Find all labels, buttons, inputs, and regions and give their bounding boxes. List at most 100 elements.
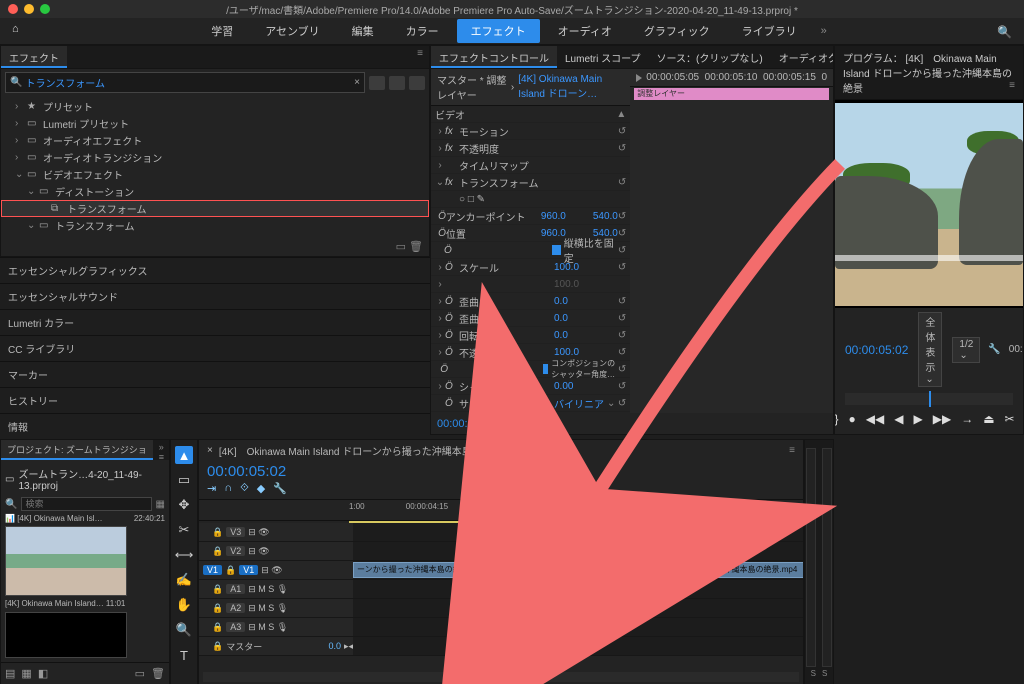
zoom-window-icon[interactable] xyxy=(40,4,50,14)
panel-menu-icon[interactable]: ≡ xyxy=(789,445,795,456)
asset-item[interactable]: 📊 [4K] Okinawa Main Isl…22:40:21 [4K] Ok… xyxy=(5,514,165,658)
hand-tool[interactable]: ✋ xyxy=(175,596,193,614)
effect-timeline[interactable]: 00:00:05:05 00:00:05:10 00:00:05:15 0 調整… xyxy=(630,69,833,413)
tab-project[interactable]: プロジェクト: ズームトランジショ xyxy=(1,440,153,460)
row-rotation[interactable]: ›Ö回転0.0↺ xyxy=(431,327,630,344)
home-icon[interactable]: ⌂ xyxy=(12,23,28,39)
ws-tab-effects[interactable]: エフェクト xyxy=(457,19,540,43)
row-transform[interactable]: ⌄fxトランスフォーム↺ xyxy=(431,174,630,191)
section-history[interactable]: ヒストリー xyxy=(0,387,430,413)
solo-left[interactable]: S xyxy=(811,669,816,678)
clip-video-a[interactable]: ーンから撮った沖縄本島の絶景.mp4 xyxy=(353,562,501,578)
search-icon[interactable]: 🔍 xyxy=(997,25,1012,39)
extract-icon[interactable]: ✂ xyxy=(1005,412,1015,427)
play-icon[interactable]: ▶ xyxy=(914,412,923,427)
solo-right[interactable]: S xyxy=(822,669,827,678)
tab-audio-mixer[interactable]: オーディオクリップミキサー： xyxy=(771,46,834,68)
clip-bar[interactable]: 調整レイヤー xyxy=(634,88,829,100)
track-select-tool[interactable]: ▭ xyxy=(175,471,193,489)
ws-tab-library[interactable]: ライブラリ xyxy=(728,19,811,43)
row-anchor[interactable]: Öアンカーポイント960.0540.0↺ xyxy=(431,208,630,225)
selection-tool[interactable]: ▲ xyxy=(175,446,193,464)
step-fwd-icon[interactable]: → xyxy=(961,412,973,427)
pen-tool[interactable]: ✍ xyxy=(175,571,193,589)
frame-fwd-icon[interactable]: ▶▶ xyxy=(933,412,951,427)
32bit-badge-icon[interactable] xyxy=(389,76,405,90)
settings-icon[interactable]: 🔧 xyxy=(273,482,287,495)
program-scrubber[interactable] xyxy=(845,393,1013,405)
row-skew[interactable]: ›Ö歪曲0.0↺ xyxy=(431,293,630,310)
new-item-icon[interactable]: ▭ xyxy=(135,667,145,680)
tree-presets[interactable]: ›★プリセット xyxy=(1,98,429,115)
project-file[interactable]: ▭ズームトラン…4-20_11-49-13.prproj xyxy=(5,464,165,494)
section-markers[interactable]: マーカー xyxy=(0,361,430,387)
clip-video-e[interactable]: fx [4K] Okinawa Main Island ドローンから撮った沖縄本… xyxy=(547,562,804,578)
marker-icon[interactable]: ◆ xyxy=(257,482,265,495)
snap-icon[interactable]: ⇥ xyxy=(207,482,216,495)
row-timeremap[interactable]: ›タイムリマップ xyxy=(431,157,630,174)
tab-lumetri-scopes[interactable]: Lumetri スコープ xyxy=(557,46,649,68)
current-clip-link[interactable]: [4K] Okinawa Main Island ドローン… xyxy=(518,74,624,100)
list-view-icon[interactable]: ▤ xyxy=(5,667,15,680)
ws-tab-edit[interactable]: 編集 xyxy=(338,19,388,43)
ws-tab-graphics[interactable]: グラフィック xyxy=(630,19,724,43)
row-motion[interactable]: ›fxモーション↺ xyxy=(431,123,630,140)
filter-icon[interactable]: ▦ xyxy=(156,499,165,510)
ripple-tool[interactable]: ✥ xyxy=(175,496,193,514)
row-masks[interactable]: ○ □ ✎ xyxy=(431,191,630,208)
razor-tool[interactable]: ✂ xyxy=(175,521,193,539)
section-lumetri-color[interactable]: Lumetri カラー xyxy=(0,309,430,335)
ws-tab-learn[interactable]: 学習 xyxy=(197,19,247,43)
ws-tab-color[interactable]: カラー xyxy=(392,19,453,43)
icon-view-icon[interactable]: ▦ xyxy=(21,667,31,680)
effects-search-input[interactable]: 🔍 トランスフォーム × xyxy=(5,72,365,93)
program-viewport[interactable] xyxy=(835,100,1023,308)
panel-menu-icon[interactable]: ≡ xyxy=(411,46,429,68)
freeform-icon[interactable]: ◧ xyxy=(38,667,48,680)
tab-effects[interactable]: エフェクト xyxy=(1,46,67,68)
tree-distortion[interactable]: ⌄▭ディストーション xyxy=(1,183,429,200)
timeline-sequence-name[interactable]: [4K] Okinawa Main Island ドローンから撮った沖縄本島の絶… xyxy=(219,443,502,458)
clip-adjustment-layer[interactable]: fx 調整レイヤー xyxy=(488,543,550,559)
type-tool[interactable]: T xyxy=(175,646,193,664)
magnet-icon[interactable]: ∩ xyxy=(224,482,232,495)
tab-source[interactable]: ソース：(クリップなし) xyxy=(649,46,771,68)
tree-video-effects[interactable]: ⌄▭ビデオエフェクト xyxy=(1,166,429,183)
fit-select[interactable]: 全体表示 ⌄ xyxy=(918,312,942,387)
new-bin-icon[interactable]: ▭ 🗑 xyxy=(1,237,429,256)
yuv-badge-icon[interactable] xyxy=(409,76,425,90)
zoom-tool[interactable]: 🔍 xyxy=(175,621,193,639)
program-timecode[interactable]: 00:00:05:02 xyxy=(845,343,908,357)
section-cc-libraries[interactable]: CC ライブラリ xyxy=(0,335,430,361)
tree-transform-folder[interactable]: ⌄▭トランスフォーム xyxy=(1,217,429,234)
resolution-select[interactable]: 1/2 ⌄ xyxy=(952,337,980,363)
row-uniform-scale[interactable]: Ö縦横比を固定↺ xyxy=(431,242,630,259)
tab-effect-controls[interactable]: エフェクトコントロール xyxy=(431,46,557,68)
timeline-ruler[interactable]: 1:00 00:00:04:15 00:00:05:00 00:00:05:15… xyxy=(199,499,803,521)
linked-icon[interactable]: ⟐ xyxy=(240,482,249,495)
out-icon[interactable]: } xyxy=(835,412,839,427)
accel-badge-icon[interactable] xyxy=(369,76,385,90)
project-search-input[interactable] xyxy=(21,497,151,511)
ws-tab-assembly[interactable]: アセンブリ xyxy=(251,19,333,43)
panel-menu-icon[interactable]: » ≡ xyxy=(153,440,170,460)
timeline-timecode[interactable]: 00:00:05:02 xyxy=(199,461,803,482)
trash-icon[interactable]: 🗑 xyxy=(151,667,165,680)
tree-audio-transitions[interactable]: ›▭オーディオトランジション xyxy=(1,149,429,166)
row-shutter-angle[interactable]: ›Öシャッター角度0.00↺ xyxy=(431,378,630,395)
step-back-icon[interactable]: ◀◀ xyxy=(866,412,884,427)
slip-tool[interactable]: ⟷ xyxy=(175,546,193,564)
timeline-zoom-scroll[interactable] xyxy=(203,672,799,682)
row-sampling[interactable]: Öサンプリングバイリニア⌄↺ xyxy=(431,395,630,412)
tree-audio-effects[interactable]: ›▭オーディオエフェクト xyxy=(1,132,429,149)
row-skew-axis[interactable]: ›Ö歪曲軸0.0↺ xyxy=(431,310,630,327)
clear-icon[interactable]: × xyxy=(354,77,360,88)
row-opacity[interactable]: ›fx不透明度↺ xyxy=(431,140,630,157)
panel-menu-icon[interactable]: ≡ xyxy=(1009,80,1015,91)
tree-lumetri-presets[interactable]: ›▭Lumetri プリセット xyxy=(1,115,429,132)
chevron-right-icon[interactable]: » xyxy=(821,25,827,37)
effect-timecode[interactable]: 00:00:05:02 xyxy=(437,418,495,430)
marker-icon[interactable]: ● xyxy=(849,412,856,427)
timeline-tracks[interactable]: 🔒V3⊟ 👁 🔒V2⊟ 👁 fx 調整レイヤー V1🔒V1⊟ 👁 ーンから撮った… xyxy=(199,523,803,670)
section-essential-sound[interactable]: エッセンシャルサウンド xyxy=(0,283,430,309)
